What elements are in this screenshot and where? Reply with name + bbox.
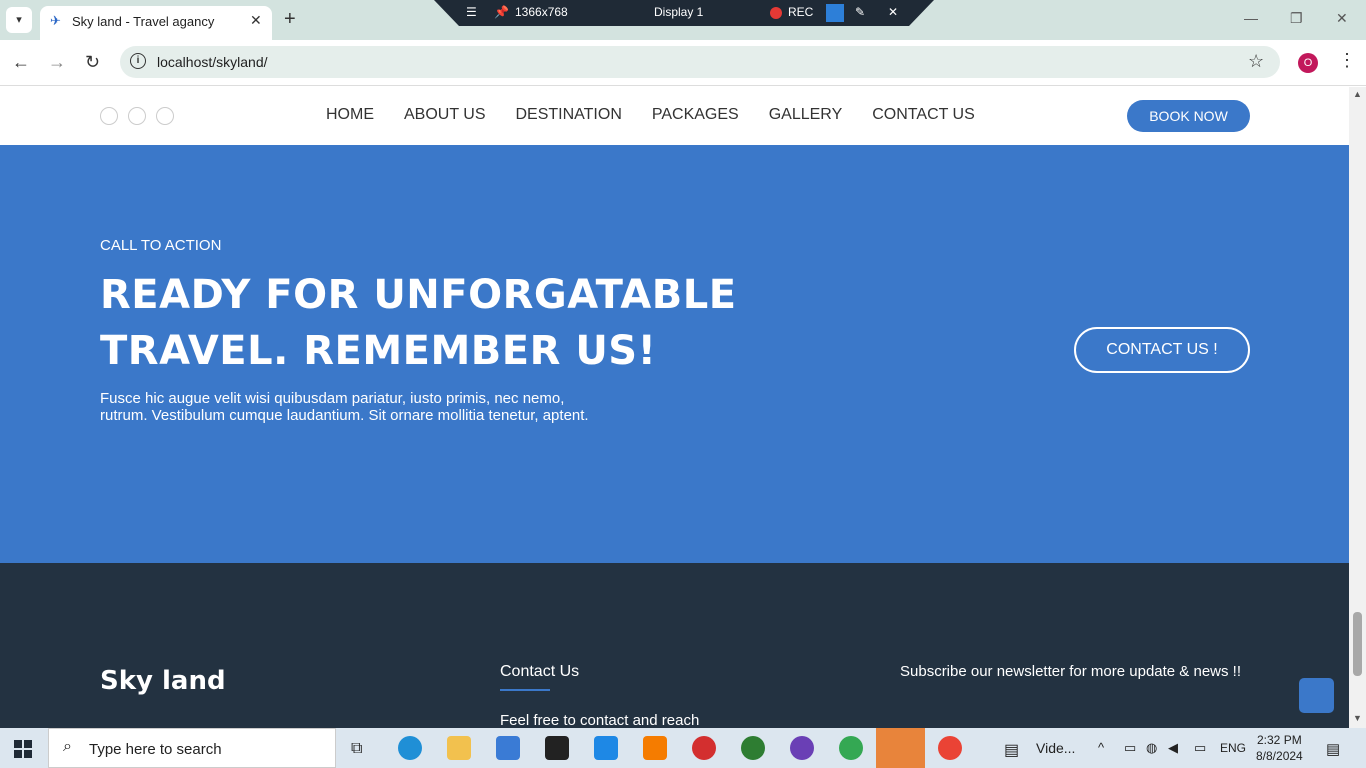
site-footer: Sky land Contact Us Feel free to contact…: [0, 563, 1349, 728]
meet-icon[interactable]: ▭: [1124, 740, 1136, 756]
postman-taskbar-item[interactable]: [876, 728, 925, 768]
footer-contact-text: Feel free to contact and reach: [500, 712, 700, 728]
address-toolbar: ← → ↻ i localhost/skyland/ ☆ O ⋮: [0, 40, 1366, 86]
cta-heading-line1: READY FOR UNFORGATABLE: [100, 272, 737, 318]
video-widget-label[interactable]: Vide...: [1036, 740, 1075, 756]
chrome-profile-icon[interactable]: [938, 736, 962, 760]
windows-taskbar: ⌕ Type here to search ⧉ ▤ Vide... ^ ▭ ◍ …: [0, 728, 1366, 768]
notification-icon[interactable]: ▤: [1326, 740, 1340, 758]
divider: [500, 689, 550, 691]
cta-heading-line2: TRAVEL. REMEMBER US!: [100, 328, 657, 374]
store-icon[interactable]: [496, 736, 520, 760]
social-dot-icon[interactable]: [156, 107, 174, 125]
close-window-icon[interactable]: ✕: [1336, 10, 1348, 27]
scroll-top-button[interactable]: [1299, 678, 1334, 713]
cta-text-line2: rutrum. Vestibulum cumque laudantium. Si…: [100, 407, 589, 424]
cta-heading: READY FOR UNFORGATABLE TRAVEL. REMEMBER …: [100, 267, 800, 379]
network-icon[interactable]: ◍: [1146, 740, 1157, 756]
bookmark-star-icon[interactable]: ☆: [1248, 51, 1264, 72]
nav-about-us[interactable]: ABOUT US: [404, 106, 486, 124]
vscode-icon[interactable]: [594, 736, 618, 760]
footer-contact-title: Contact Us: [500, 663, 580, 680]
recorder-resolution: 1366x768: [515, 5, 568, 19]
minimize-icon[interactable]: —: [1244, 10, 1258, 26]
tab-list-button[interactable]: ▾: [6, 7, 32, 33]
browser-tab-bar: ▾ ✈ Sky land - Travel agancy ✕ + ☰ 📌 136…: [0, 0, 1366, 40]
url-input[interactable]: i localhost/skyland/ ☆: [120, 46, 1280, 78]
scroll-down-icon[interactable]: ▼: [1353, 713, 1362, 723]
volume-icon[interactable]: ◀: [1168, 740, 1178, 756]
nav-destination[interactable]: DESTINATION: [516, 106, 622, 124]
contact-us-button[interactable]: CONTACT US !: [1074, 327, 1250, 373]
mongodb-icon[interactable]: [741, 736, 765, 760]
browser-menu-icon[interactable]: ⋮: [1338, 50, 1356, 71]
screen-recorder-bar: ☰ 📌 1366x768 Display 1 REC ✎ ✕: [434, 0, 934, 26]
file-explorer-icon[interactable]: [447, 736, 471, 760]
recorder-app-icon[interactable]: [692, 736, 716, 760]
forward-icon[interactable]: →: [48, 52, 66, 72]
new-tab-button[interactable]: +: [284, 8, 296, 30]
pin-icon[interactable]: 📌: [494, 5, 509, 19]
cta-description: Fusce hic augue velit wisi quibusdam par…: [100, 390, 620, 424]
windows-start-icon[interactable]: [14, 740, 32, 758]
scroll-up-icon[interactable]: ▲: [1353, 89, 1362, 99]
page-viewport: HOME ABOUT US DESTINATION PACKAGES GALLE…: [0, 87, 1349, 728]
site-navbar: HOME ABOUT US DESTINATION PACKAGES GALLE…: [0, 87, 1349, 145]
news-icon[interactable]: ▤: [1004, 740, 1019, 760]
nav-home[interactable]: HOME: [326, 106, 374, 124]
search-placeholder: Type here to search: [89, 741, 222, 758]
newsletter-heading: Subscribe our newsletter for more update…: [900, 663, 1242, 680]
social-dot-icon[interactable]: [128, 107, 146, 125]
clock[interactable]: 2:32 PM 8/8/2024: [1256, 732, 1303, 764]
clock-time: 2:32 PM: [1257, 733, 1302, 747]
url-text: localhost/skyland/: [157, 54, 268, 70]
chevron-up-icon[interactable]: ^: [1098, 740, 1104, 755]
cta-text-line1: Fusce hic augue velit wisi quibusdam par…: [100, 390, 565, 407]
github-icon[interactable]: [790, 736, 814, 760]
camera-icon[interactable]: [826, 4, 844, 22]
restore-icon[interactable]: ❐: [1290, 10, 1303, 27]
main-menu: HOME ABOUT US DESTINATION PACKAGES GALLE…: [326, 106, 975, 124]
footer-brand: Sky land: [100, 666, 226, 696]
close-tab-icon[interactable]: ✕: [250, 12, 262, 29]
reload-icon[interactable]: ↻: [85, 52, 100, 72]
clock-date: 8/8/2024: [1256, 749, 1303, 763]
airplane-icon: ✈: [50, 13, 61, 28]
nav-gallery[interactable]: GALLERY: [769, 106, 843, 124]
xampp-icon[interactable]: [643, 736, 667, 760]
social-dot-icon[interactable]: [100, 107, 118, 125]
search-icon: ⌕: [63, 738, 72, 755]
nav-contact-us[interactable]: CONTACT US: [872, 106, 975, 124]
book-now-button[interactable]: BOOK NOW: [1127, 100, 1250, 132]
page-scrollbar[interactable]: ▲ ▼: [1349, 87, 1366, 728]
site-info-icon[interactable]: i: [130, 53, 146, 69]
recorder-rec-label[interactable]: REC: [788, 5, 813, 19]
language-indicator[interactable]: ENG: [1220, 741, 1246, 755]
record-dot-icon: [770, 7, 782, 19]
browser-tab[interactable]: ✈ Sky land - Travel agancy ✕: [40, 6, 272, 40]
task-view-icon[interactable]: ⧉: [351, 740, 362, 758]
taskbar-search-input[interactable]: ⌕ Type here to search: [48, 728, 336, 768]
nav-packages[interactable]: PACKAGES: [652, 106, 739, 124]
menu-icon[interactable]: ☰: [466, 5, 477, 19]
battery-icon[interactable]: ▭: [1194, 740, 1206, 756]
chrome-icon[interactable]: [839, 736, 863, 760]
edge-icon[interactable]: [398, 736, 422, 760]
pen-icon[interactable]: ✎: [855, 5, 865, 19]
tab-title: Sky land - Travel agancy: [72, 14, 215, 29]
mail-icon[interactable]: [545, 736, 569, 760]
profile-avatar[interactable]: O: [1298, 53, 1318, 73]
cta-label: CALL TO ACTION: [100, 237, 222, 254]
close-recorder-icon[interactable]: ✕: [888, 5, 898, 19]
back-icon[interactable]: ←: [12, 52, 30, 72]
recorder-display[interactable]: Display 1: [654, 5, 703, 19]
call-to-action-section: CALL TO ACTION READY FOR UNFORGATABLE TR…: [0, 145, 1349, 563]
scroll-thumb[interactable]: [1353, 612, 1362, 676]
